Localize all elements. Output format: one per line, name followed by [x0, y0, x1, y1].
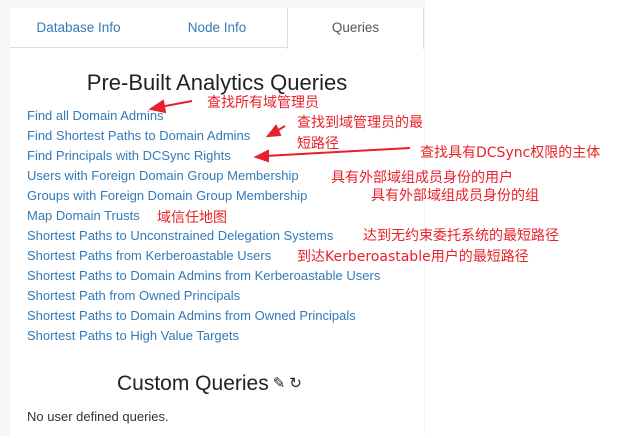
annotation-arrows [148, 99, 411, 163]
arrow-head-3 [253, 149, 269, 163]
arrow-head-1 [148, 99, 167, 114]
arrow-head-2 [265, 124, 282, 138]
arrow-line-3 [264, 147, 411, 157]
